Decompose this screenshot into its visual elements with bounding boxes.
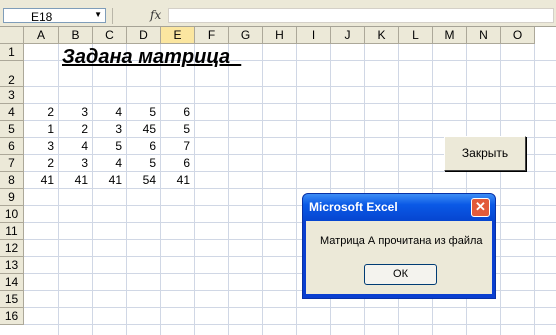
dialog-titlebar[interactable]: Microsoft Excel ✕ xyxy=(303,194,495,221)
matrix-cell[interactable]: 3 xyxy=(59,155,93,172)
matrix-cell[interactable]: 1 xyxy=(24,121,59,138)
column-header-o[interactable]: O xyxy=(501,27,535,44)
matrix-cell[interactable]: 41 xyxy=(24,172,59,189)
gridline xyxy=(194,44,195,335)
gridline xyxy=(58,44,59,335)
matrix-cell[interactable]: 6 xyxy=(161,104,195,121)
row-header-8[interactable]: 8 xyxy=(0,172,24,189)
column-header-f[interactable]: F xyxy=(195,27,229,44)
name-box-value: E18 xyxy=(31,10,53,24)
row-header-5[interactable]: 5 xyxy=(0,121,24,138)
formula-bar: E18 ▼ fx xyxy=(0,6,556,27)
matrix-cell[interactable]: 5 xyxy=(127,155,161,172)
matrix-cell[interactable]: 41 xyxy=(161,172,195,189)
matrix-cell[interactable]: 4 xyxy=(59,138,93,155)
gridline xyxy=(126,44,127,335)
gridline xyxy=(160,44,161,335)
row-header-3[interactable]: 3 xyxy=(0,87,24,104)
ok-button[interactable]: ОК xyxy=(364,264,437,285)
column-header-g[interactable]: G xyxy=(229,27,263,44)
matrix-cell[interactable]: 54 xyxy=(127,172,161,189)
matrix-cell[interactable]: 2 xyxy=(24,104,59,121)
matrix-cell[interactable]: 6 xyxy=(127,138,161,155)
column-header-l[interactable]: L xyxy=(399,27,433,44)
matrix-cell[interactable]: 7 xyxy=(161,138,195,155)
row-header-14[interactable]: 14 xyxy=(0,274,24,291)
chevron-down-icon[interactable]: ▼ xyxy=(94,10,102,19)
gridline xyxy=(92,44,93,335)
column-header-b[interactable]: B xyxy=(59,27,93,44)
column-header-j[interactable]: J xyxy=(331,27,365,44)
column-header-m[interactable]: M xyxy=(433,27,467,44)
matrix-cell[interactable]: 4 xyxy=(93,104,127,121)
column-header-e[interactable]: E xyxy=(161,27,195,44)
row-header-1[interactable]: 1 xyxy=(0,44,24,61)
column-header-i[interactable]: I xyxy=(297,27,331,44)
row-header-4[interactable]: 4 xyxy=(0,104,24,121)
matrix-cell[interactable]: 5 xyxy=(161,121,195,138)
column-header-k[interactable]: K xyxy=(365,27,399,44)
row-header-12[interactable]: 12 xyxy=(0,240,24,257)
dialog-body: Матрица А прочитана из файла ОК xyxy=(306,221,492,294)
close-button[interactable]: Закрыть xyxy=(444,136,526,171)
sheet-title: Задана матрица xyxy=(62,46,242,68)
gridline xyxy=(24,86,556,87)
matrix-cell[interactable]: 2 xyxy=(24,155,59,172)
column-header-a[interactable]: A xyxy=(24,27,59,44)
name-box[interactable]: E18 ▼ xyxy=(3,8,106,24)
gridline xyxy=(228,44,229,335)
gridline xyxy=(534,44,535,335)
matrix-cell[interactable]: 41 xyxy=(93,172,127,189)
column-header-d[interactable]: D xyxy=(127,27,161,44)
row-header-7[interactable]: 7 xyxy=(0,155,24,172)
gridline xyxy=(262,44,263,335)
dialog-title: Microsoft Excel xyxy=(309,200,398,214)
row-header-10[interactable]: 10 xyxy=(0,206,24,223)
column-header-h[interactable]: H xyxy=(263,27,297,44)
matrix-cell[interactable]: 3 xyxy=(59,104,93,121)
matrix-cell[interactable]: 3 xyxy=(93,121,127,138)
matrix-cell[interactable]: 4 xyxy=(93,155,127,172)
column-header-c[interactable]: C xyxy=(93,27,127,44)
gridline xyxy=(24,307,556,308)
matrix-cell[interactable]: 6 xyxy=(161,155,195,172)
row-header-16[interactable]: 16 xyxy=(0,308,24,325)
gridline xyxy=(296,44,297,335)
dialog-message: Матрица А прочитана из файла xyxy=(320,235,483,247)
matrix-cell[interactable]: 2 xyxy=(59,121,93,138)
formula-bar-separator xyxy=(112,8,113,24)
matrix-cell[interactable]: 41 xyxy=(59,172,93,189)
matrix-cell[interactable]: 3 xyxy=(24,138,59,155)
row-header-9[interactable]: 9 xyxy=(0,189,24,206)
row-header-11[interactable]: 11 xyxy=(0,223,24,240)
gridline xyxy=(500,44,501,335)
row-header-15[interactable]: 15 xyxy=(0,291,24,308)
select-all-corner[interactable] xyxy=(0,27,24,44)
gridline xyxy=(24,324,556,325)
formula-input[interactable] xyxy=(168,8,554,23)
message-dialog: Microsoft Excel ✕ Матрица А прочитана из… xyxy=(302,193,496,299)
matrix-cell[interactable]: 5 xyxy=(93,138,127,155)
row-header-6[interactable]: 6 xyxy=(0,138,24,155)
function-icon[interactable]: fx xyxy=(150,8,161,22)
matrix-cell[interactable]: 45 xyxy=(127,121,161,138)
column-header-n[interactable]: N xyxy=(467,27,501,44)
row-header-13[interactable]: 13 xyxy=(0,257,24,274)
row-header-2[interactable]: 2 xyxy=(0,61,24,87)
matrix-cell[interactable]: 5 xyxy=(127,104,161,121)
close-icon[interactable]: ✕ xyxy=(471,198,490,217)
